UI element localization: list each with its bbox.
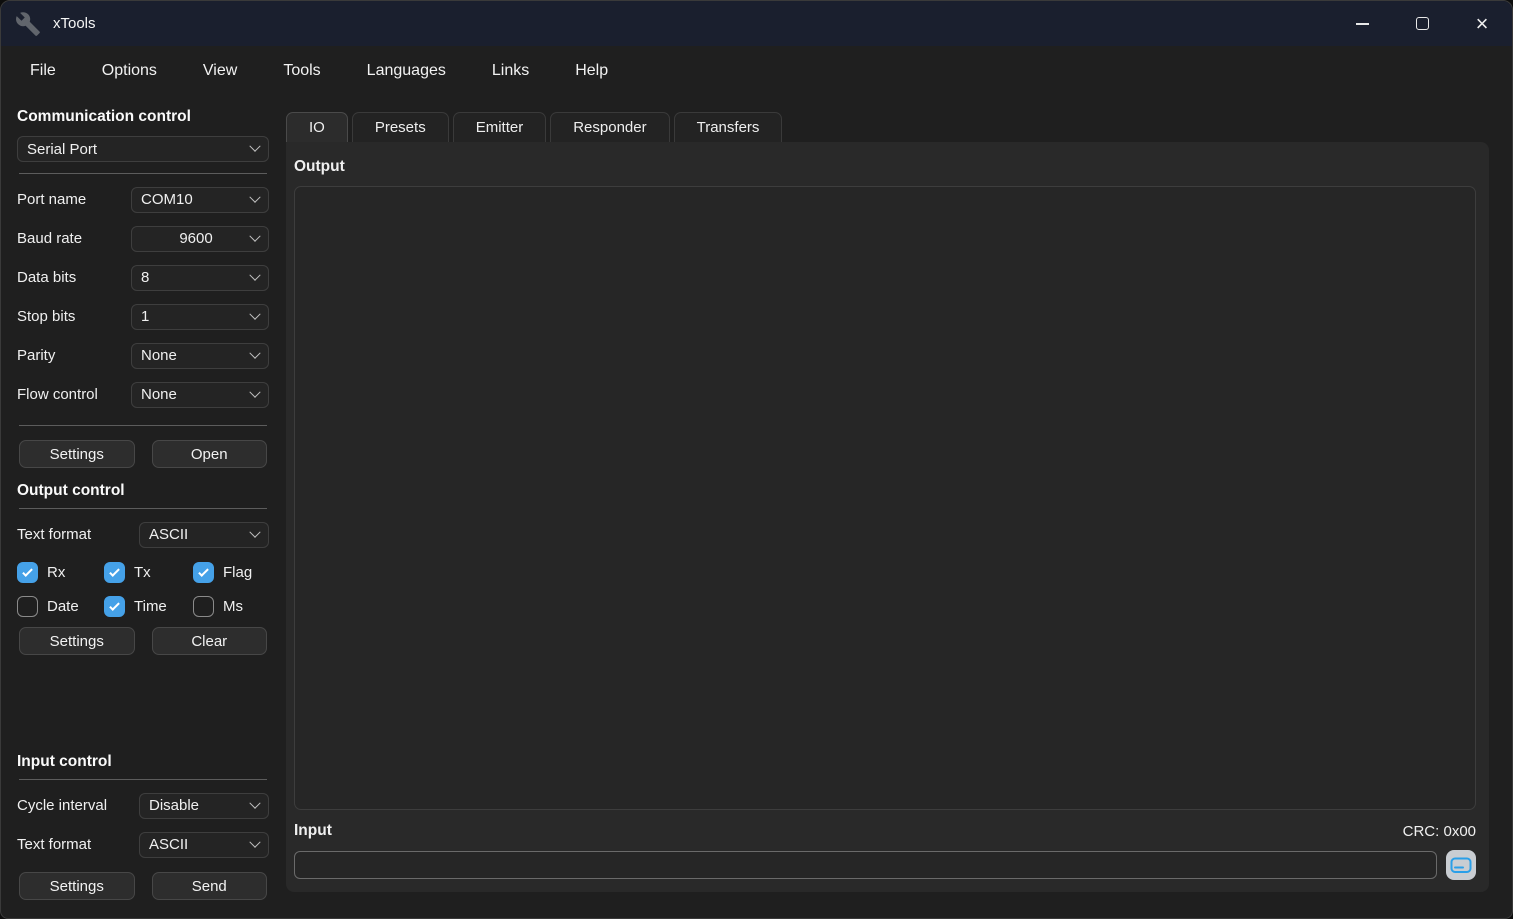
- app-window: xTools × File Options View Tools Languag…: [0, 0, 1513, 919]
- menu-help[interactable]: Help: [552, 56, 631, 86]
- menu-languages[interactable]: Languages: [344, 56, 469, 86]
- checkbox[interactable]: [104, 562, 125, 583]
- input-header-row: Input CRC: 0x00: [294, 810, 1476, 850]
- port-name-dropdown[interactable]: COM10: [131, 187, 269, 213]
- divider: [19, 173, 267, 174]
- chevron-down-icon: [249, 191, 260, 202]
- checkbox-rx[interactable]: Rx: [17, 562, 104, 583]
- clear-button[interactable]: Clear: [152, 627, 268, 655]
- output-text-format-row: Text format ASCII: [17, 515, 269, 554]
- chevron-down-icon: [249, 269, 260, 280]
- check-icon: [22, 566, 33, 577]
- checkbox[interactable]: [17, 562, 38, 583]
- input-field[interactable]: [294, 851, 1437, 879]
- maximize-icon: [1416, 17, 1429, 30]
- window-controls: ×: [1332, 1, 1512, 46]
- divider: [19, 425, 267, 426]
- baud-rate-dropdown[interactable]: 9600: [131, 226, 269, 252]
- tab-emitter[interactable]: Emitter: [453, 112, 547, 142]
- flow-control-dropdown[interactable]: None: [131, 382, 269, 408]
- device-type-dropdown[interactable]: Serial Port: [17, 136, 269, 162]
- chevron-down-icon: [249, 386, 260, 397]
- check-icon: [109, 600, 120, 611]
- cycle-interval-row: Cycle interval Disable: [17, 786, 269, 825]
- checkbox-tx[interactable]: Tx: [104, 562, 193, 583]
- checkbox-date[interactable]: Date: [17, 596, 104, 617]
- output-text-format-dropdown[interactable]: ASCII: [139, 522, 269, 548]
- check-icon: [109, 566, 120, 577]
- stop-bits-row: Stop bits 1: [17, 297, 269, 336]
- baud-rate-row: Baud rate 9600: [17, 219, 269, 258]
- checkbox-flag[interactable]: Flag: [193, 562, 269, 583]
- checkbox-ms[interactable]: Ms: [193, 596, 269, 617]
- data-bits-dropdown[interactable]: 8: [131, 265, 269, 291]
- wrench-icon: [15, 11, 41, 37]
- output-flags-grid: Rx Tx Flag Date Time: [17, 562, 269, 617]
- chevron-down-icon: [249, 347, 260, 358]
- stop-bits-dropdown[interactable]: 1: [131, 304, 269, 330]
- check-icon: [198, 566, 209, 577]
- port-name-row: Port name COM10: [17, 180, 269, 219]
- checkbox-time[interactable]: Time: [104, 596, 193, 617]
- input-text-format-row: Text format ASCII: [17, 825, 269, 864]
- comm-settings-button[interactable]: Settings: [19, 440, 135, 468]
- chevron-down-icon: [249, 797, 260, 808]
- open-button[interactable]: Open: [152, 440, 268, 468]
- titlebar: xTools ×: [1, 1, 1512, 46]
- divider: [19, 779, 267, 780]
- sidebar: Communication control Serial Port Port n…: [9, 96, 277, 918]
- checkbox[interactable]: [193, 596, 214, 617]
- close-icon: ×: [1476, 13, 1489, 35]
- menu-links[interactable]: Links: [469, 56, 552, 86]
- output-control-heading: Output control: [17, 480, 269, 506]
- io-panel: Output Input CRC: 0x00: [286, 142, 1489, 892]
- input-format-button[interactable]: [1446, 850, 1476, 880]
- output-heading: Output: [294, 152, 1476, 186]
- input-control-heading: Input control: [17, 751, 269, 777]
- input-text-format-dropdown[interactable]: ASCII: [139, 832, 269, 858]
- input-heading: Input: [294, 822, 332, 840]
- menubar: File Options View Tools Languages Links …: [1, 46, 1512, 96]
- menu-file[interactable]: File: [7, 56, 79, 86]
- parity-row: Parity None: [17, 336, 269, 375]
- parity-dropdown[interactable]: None: [131, 343, 269, 369]
- cycle-interval-dropdown[interactable]: Disable: [139, 793, 269, 819]
- menu-tools[interactable]: Tools: [260, 56, 343, 86]
- chevron-down-icon: [249, 836, 260, 847]
- tabbar: IO Presets Emitter Responder Transfers: [286, 112, 1489, 142]
- input-method-icon: [1450, 857, 1472, 874]
- tab-presets[interactable]: Presets: [352, 112, 449, 142]
- chevron-down-icon: [249, 141, 260, 152]
- sidebar-spacer: [17, 659, 269, 751]
- communication-control-heading: Communication control: [17, 106, 269, 132]
- chevron-down-icon: [249, 526, 260, 537]
- minimize-button[interactable]: [1332, 1, 1392, 46]
- tab-transfers[interactable]: Transfers: [674, 112, 783, 142]
- close-button[interactable]: ×: [1452, 1, 1512, 46]
- menu-options[interactable]: Options: [79, 56, 180, 86]
- tab-responder[interactable]: Responder: [550, 112, 669, 142]
- window-title: xTools: [53, 15, 96, 32]
- tab-io[interactable]: IO: [286, 112, 348, 142]
- send-button[interactable]: Send: [152, 872, 268, 900]
- maximize-button[interactable]: [1392, 1, 1452, 46]
- checkbox[interactable]: [104, 596, 125, 617]
- checkbox[interactable]: [17, 596, 38, 617]
- minimize-icon: [1356, 23, 1369, 25]
- input-row: [294, 850, 1476, 880]
- chevron-down-icon: [249, 308, 260, 319]
- menu-view[interactable]: View: [180, 56, 260, 86]
- main-area: IO Presets Emitter Responder Transfers O…: [286, 96, 1489, 892]
- chevron-down-icon: [249, 230, 260, 241]
- output-textarea[interactable]: [294, 186, 1476, 810]
- input-settings-button[interactable]: Settings: [19, 872, 135, 900]
- crc-value: CRC: 0x00: [1403, 823, 1476, 840]
- divider: [19, 508, 267, 509]
- data-bits-row: Data bits 8: [17, 258, 269, 297]
- checkbox[interactable]: [193, 562, 214, 583]
- flow-control-row: Flow control None: [17, 375, 269, 414]
- output-settings-button[interactable]: Settings: [19, 627, 135, 655]
